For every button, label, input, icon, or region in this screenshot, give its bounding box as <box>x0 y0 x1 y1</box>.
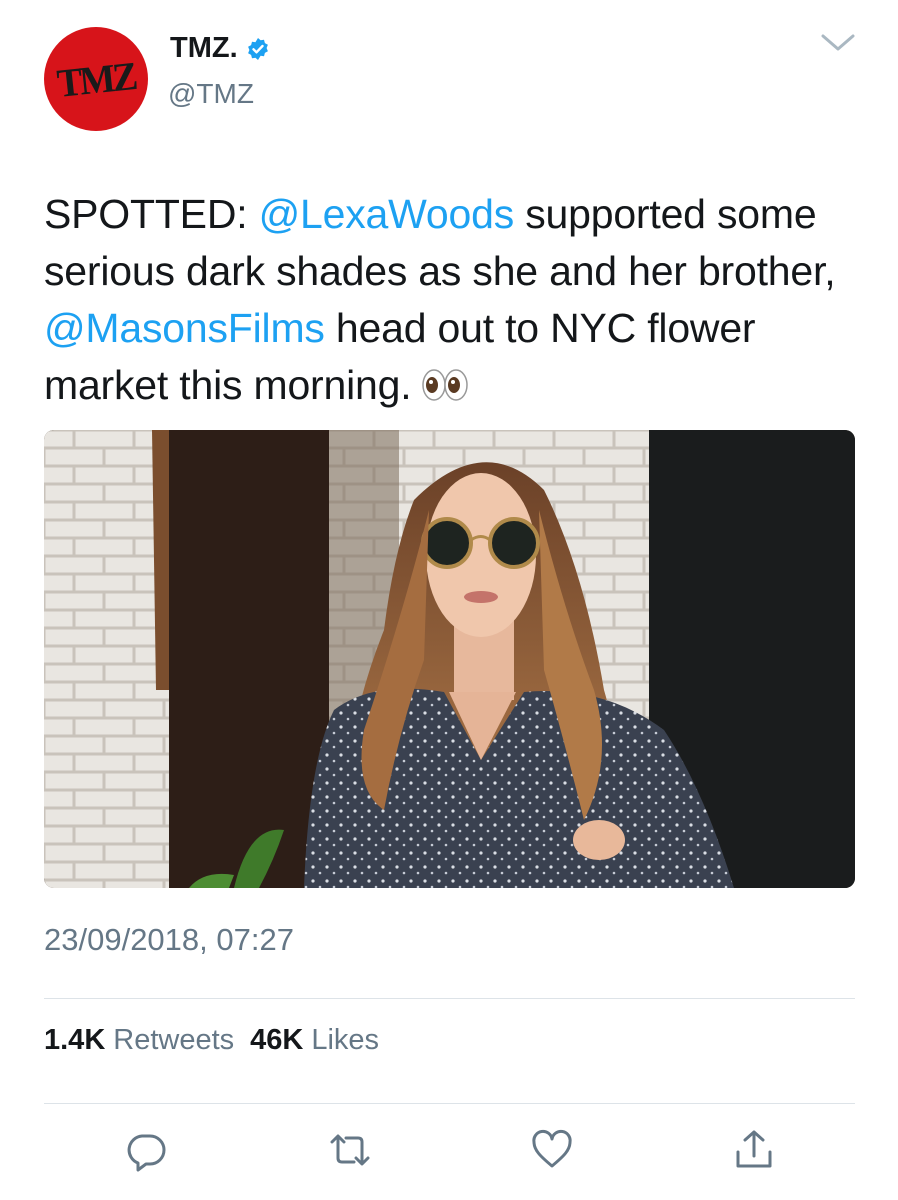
divider <box>44 1103 855 1104</box>
display-name-row[interactable]: TMZ. <box>170 32 270 65</box>
retweet-icon[interactable] <box>328 1128 372 1172</box>
like-label[interactable]: Likes <box>311 1024 379 1057</box>
chevron-down-icon[interactable] <box>820 33 856 53</box>
tweet-card: TMZ TMZ. @TMZ SPOTTED: @LexaWoods suppor… <box>0 0 898 1200</box>
avatar[interactable]: TMZ <box>44 27 148 131</box>
user-handle[interactable]: @TMZ <box>168 78 254 110</box>
tweet-photo[interactable] <box>44 430 855 888</box>
eyes-emoji-icon <box>422 369 469 401</box>
retweet-count[interactable]: 1.4K <box>44 1024 105 1057</box>
verified-badge-icon <box>247 37 268 60</box>
photo-image <box>44 430 855 888</box>
divider <box>44 998 855 999</box>
tweet-stats: 1.4K Retweets 46K Likes <box>44 1024 395 1057</box>
tweet-timestamp[interactable]: 23/09/2018, 07:27 <box>44 922 294 958</box>
reply-icon[interactable] <box>124 1128 168 1172</box>
tweet-text: SPOTTED: @LexaWoods supported some serio… <box>44 186 864 414</box>
like-count[interactable]: 46K <box>250 1024 303 1057</box>
mention-link-lexawoods[interactable]: @LexaWoods <box>259 191 515 237</box>
retweet-label[interactable]: Retweets <box>113 1024 234 1057</box>
action-bar <box>0 1128 898 1178</box>
mention-link-masonsfilms[interactable]: @MasonsFilms <box>44 305 325 351</box>
share-icon[interactable] <box>732 1128 776 1172</box>
avatar-logo-text: TMZ <box>54 52 138 106</box>
display-name[interactable]: TMZ. <box>170 32 238 65</box>
tweet-text-segment: SPOTTED: <box>44 191 259 237</box>
like-icon[interactable] <box>530 1128 574 1172</box>
